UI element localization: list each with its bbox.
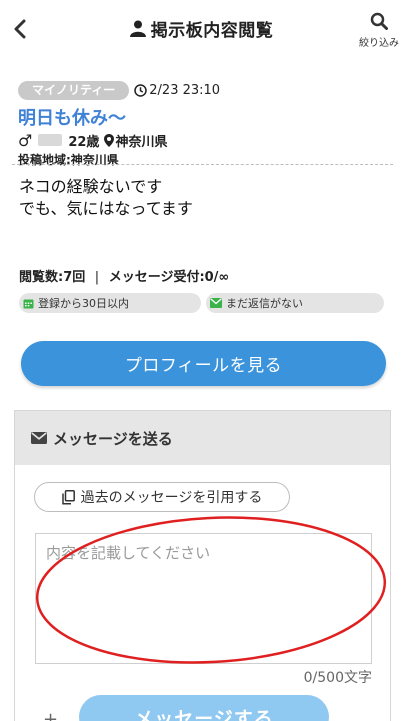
send-prefix: +: [43, 709, 59, 721]
post-datetime: 2/23 23:10: [149, 82, 221, 98]
pin-icon: [104, 133, 115, 147]
message-panel-title: メッセージを送る: [53, 429, 173, 448]
chip-registered-label: 登録から30日以内: [38, 297, 129, 310]
search-icon: [370, 12, 388, 30]
character-counter: 0/500文字: [303, 670, 372, 686]
app-header: 掲示板内容閲覧 絞り込み: [0, 0, 403, 58]
post-title: 明日も休み〜: [18, 108, 126, 129]
send-message-button[interactable]: メッセージする: [79, 695, 329, 721]
stats-separator: |: [94, 270, 100, 285]
blurred-username: [38, 134, 63, 146]
quote-button-label: 過去のメッセージを引用する: [80, 490, 263, 506]
post-info: マイノリティー 2/23 23:10 明日も休み〜 ♂ 22歳 神奈川県 投稿地…: [18, 80, 388, 169]
status-chips: 登録から30日以内 まだ返信がない: [19, 293, 384, 313]
user-info-row[interactable]: ♂ 22歳 神奈川県: [18, 130, 388, 150]
message-panel: メッセージを送る 過去のメッセージを引用する 0/500文字 + メッセージする: [14, 410, 391, 721]
male-icon: ♂: [18, 130, 33, 150]
user-location: 神奈川県: [115, 134, 168, 150]
post-region: 投稿地域:神奈川県: [18, 153, 119, 167]
chip-no-reply-label: まだ返信がない: [226, 297, 303, 310]
post-body: ネコの経験ないです でも、気にはなってます: [19, 176, 193, 220]
user-age: 22歳: [68, 134, 100, 150]
chip-registered: 登録から30日以内: [19, 293, 201, 313]
copy-icon: [61, 489, 75, 505]
chip-no-reply: まだ返信がない: [206, 293, 384, 313]
category-badge[interactable]: マイノリティー: [18, 80, 130, 100]
mail-icon: [31, 432, 47, 444]
mail-icon: [210, 298, 222, 308]
post-stats: 閲覧数:7回 | メッセージ受付:0/∞: [19, 266, 229, 285]
filter-button[interactable]: 絞り込み: [357, 12, 401, 49]
filter-label: 絞り込み: [359, 38, 399, 49]
user-icon: [129, 20, 146, 37]
page-title: 掲示板内容閲覧: [0, 16, 403, 42]
message-input[interactable]: [35, 533, 372, 664]
view-count: 閲覧数:7回: [19, 270, 86, 285]
message-status: メッセージ受付:0/∞: [108, 270, 230, 285]
clock-icon: [134, 83, 148, 97]
page-title-text: 掲示板内容閲覧: [150, 21, 274, 41]
calendar-icon: [23, 298, 34, 309]
message-panel-header: メッセージを送る: [15, 411, 390, 465]
quote-past-message-button[interactable]: 過去のメッセージを引用する: [34, 482, 290, 512]
post-body-line: ネコの経験ないです: [19, 177, 163, 196]
post-body-line: でも、気にはなってます: [19, 199, 193, 218]
divider: [12, 164, 393, 165]
view-profile-button[interactable]: プロフィールを見る: [21, 341, 386, 386]
